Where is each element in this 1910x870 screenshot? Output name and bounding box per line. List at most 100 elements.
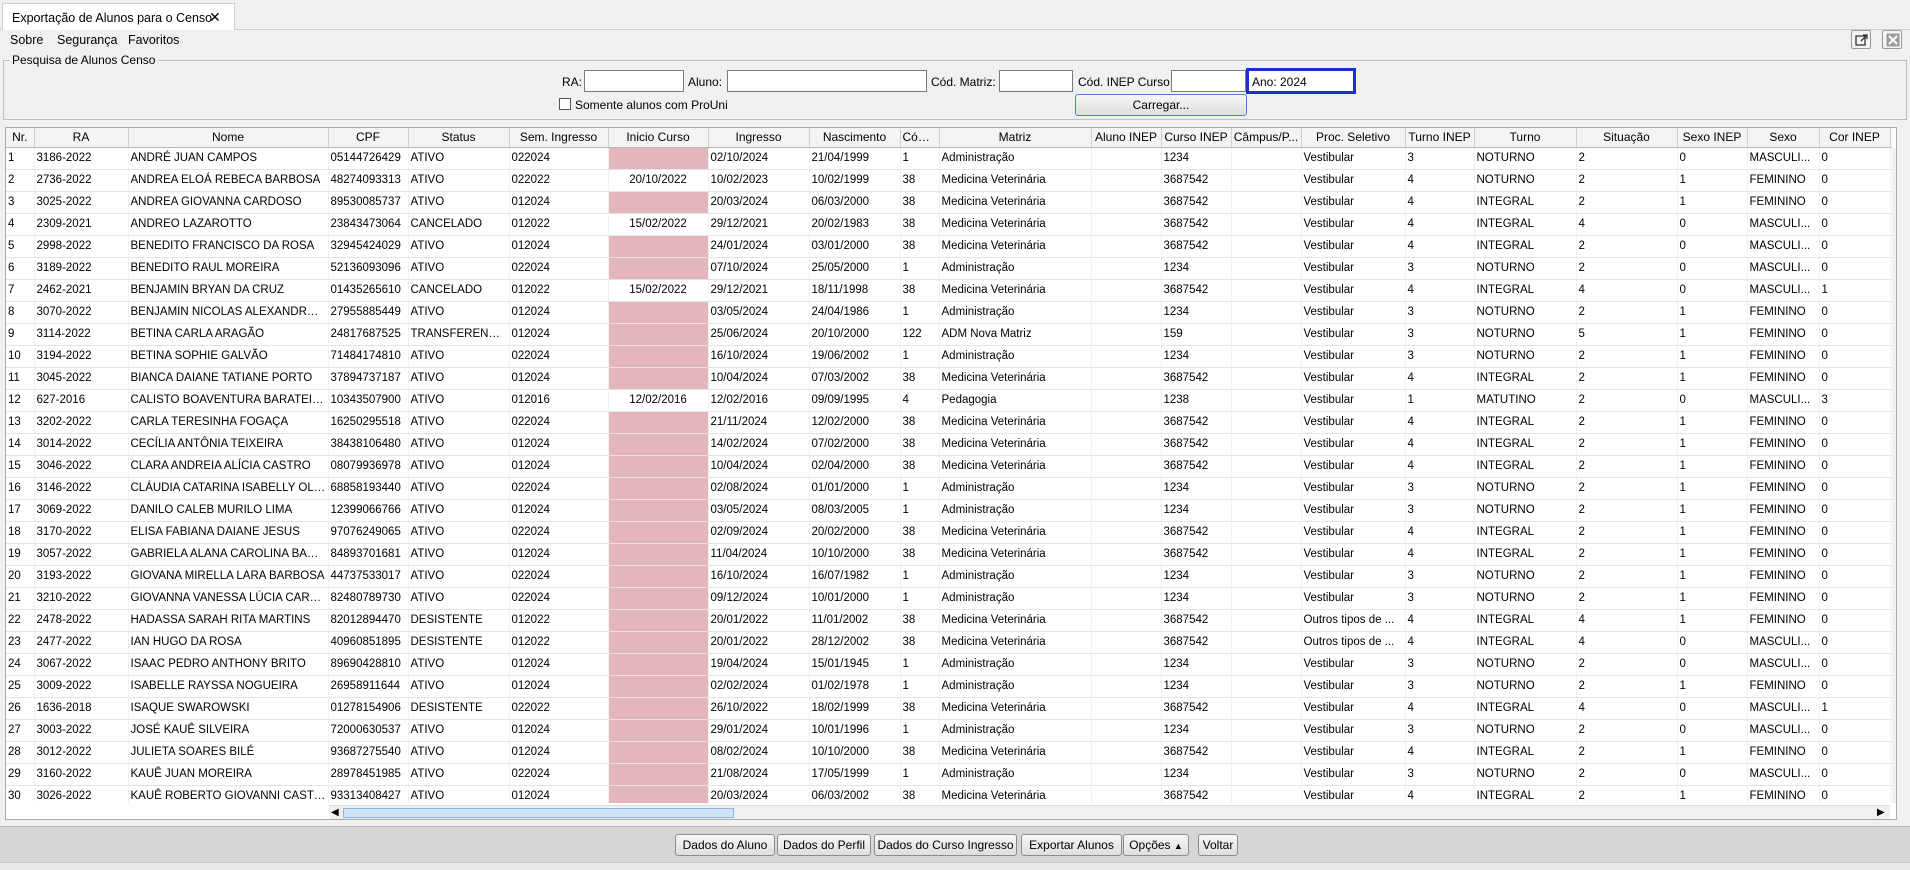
column-header[interactable]: Cód. ... [900,128,940,148]
table-cell: 3170-2022 [34,521,129,544]
table-cell [1091,609,1162,632]
column-header[interactable]: CPF [328,128,409,148]
table-row[interactable]: 18 3170-2022 ELISA FABIANA DAIANE JESUS 970… [6,521,1892,544]
scroll-right-icon[interactable]: ▶ [1877,807,1885,818]
table-row[interactable]: 19 3057-2022 GABRIELA ALANA CAROLINA BAPT.… [6,543,1892,566]
column-header[interactable]: Câmpus/P... [1231,128,1302,148]
table-cell: HADASSA SARAH RITA MARTINS [128,609,329,632]
table-row[interactable]: 2 2736-2022 ANDREA ELOÁ REBECA BARBOSA 4827… [6,169,1892,192]
table-row[interactable]: 5 2998-2022 BENEDITO FRANCISCO DA ROSA 3294… [6,235,1892,258]
column-header[interactable]: Status [408,128,510,148]
column-header[interactable]: Proc. Seletivo [1301,128,1406,148]
table-cell: 0 [1819,345,1891,368]
table-cell: 012022 [509,609,609,632]
column-header[interactable]: Ingresso [708,128,810,148]
detach-window-button[interactable] [1851,30,1871,49]
table-cell: 4 [1405,785,1475,803]
table-row[interactable]: 11 3045-2022 BIANCA DAIANE TATIANE PORTO 37… [6,367,1892,390]
table-row[interactable]: 24 3067-2022 ISAAC PEDRO ANTHONY BRITO 8969… [6,653,1892,676]
table-row[interactable]: 17 3069-2022 DANILO CALEB MURILO LIMA 12399… [6,499,1892,522]
table-row[interactable]: 22 2478-2022 HADASSA SARAH RITA MARTINS 820… [6,609,1892,632]
column-header[interactable]: Sem. Ingresso [509,128,609,148]
matriz-input[interactable] [999,70,1073,92]
column-header[interactable]: Situação [1576,128,1678,148]
column-header[interactable]: Sexo INEP [1677,128,1748,148]
menu-seguranca[interactable]: Segurança [57,33,117,47]
menu-favoritos[interactable]: Favoritos [128,33,179,47]
column-header[interactable]: Nascimento [809,128,901,148]
opcoes-button[interactable]: Opções ▲ [1123,834,1189,856]
table-row[interactable]: 28 3012-2022 JULIETA SOARES BILÉ 9368727554… [6,741,1892,764]
table-row[interactable]: 16 3146-2022 CLÁUDIA CATARINA ISABELLY OLI… [6,477,1892,500]
column-header[interactable]: Aluno INEP [1091,128,1162,148]
close-window-button[interactable] [1882,30,1902,49]
menu-sobre[interactable]: Sobre [10,33,43,47]
dados-perfil-button[interactable]: Dados do Perfil [777,834,871,856]
table-row[interactable]: 10 3194-2022 BETINA SOPHIE GALVÃO 714841748… [6,345,1892,368]
table-row[interactable]: 12 627-2016 CALISTO BOAVENTURA BARATEIRO 10… [6,389,1892,412]
table-cell: 17 [6,499,35,522]
ano-field[interactable]: Ano: 2024 [1246,68,1356,94]
column-header[interactable]: Sexo [1747,128,1820,148]
table-row[interactable]: 21 3210-2022 GIOVANNA VANESSA LÚCIA CARD..… [6,587,1892,610]
column-header[interactable]: Turno [1474,128,1577,148]
table-row[interactable]: 9 3114-2022 BETINA CARLA ARAGÃO 24817687525… [6,323,1892,346]
table-cell: Vestibular [1301,279,1406,302]
table-row[interactable]: 30 3026-2022 KAUÊ ROBERTO GIOVANNI CASTRO 9… [6,785,1892,803]
inep-curso-input[interactable] [1171,70,1246,92]
table-row[interactable]: 7 2462-2021 BENJAMIN BRYAN DA CRUZ 01435265… [6,279,1892,302]
scroll-left-icon[interactable]: ◀ [331,807,339,818]
table-row[interactable]: 25 3009-2022 ISABELLE RAYSSA NOGUEIRA 26958… [6,675,1892,698]
table-cell: 1 [900,653,940,676]
column-header[interactable] [1890,128,1892,148]
table-row[interactable]: 20 3193-2022 GIOVANA MIRELLA LARA BARBOSA 4… [6,565,1892,588]
column-header[interactable]: Turno INEP [1405,128,1475,148]
dados-aluno-button[interactable]: Dados do Aluno [675,834,775,856]
horizontal-scroll-thumb[interactable] [343,808,734,818]
students-grid[interactable]: Nr. RA Nome CPF Status Sem. Ingresso Inicio Cu… [5,127,1897,820]
table-row[interactable]: 29 3160-2022 KAUÊ JUAN MOREIRA 28978451985 A… [6,763,1892,786]
table-cell: 14/02/2024 [708,433,810,456]
table-row[interactable]: 27 3003-2022 JOSÉ KAUÊ SILVEIRA 72000630537… [6,719,1892,742]
ra-input[interactable] [584,70,684,92]
table-row[interactable]: 26 1636-2018 ISAQUE SWAROWSKI 01278154906 DE… [6,697,1892,720]
table-cell: Medicina Veterinária [939,521,1092,544]
table-cell: 25/05/2000 [809,257,901,280]
column-header[interactable]: Matriz [939,128,1092,148]
column-header[interactable]: Nr. [6,128,35,148]
table-row[interactable]: 6 3189-2022 BENEDITO RAUL MOREIRA 521360930… [6,257,1892,280]
table-row[interactable]: 14 3014-2022 CECÍLIA ANTÔNIA TEIXEIRA 38438… [6,433,1892,456]
voltar-button[interactable]: Voltar [1198,834,1238,856]
column-header[interactable]: RA [34,128,129,148]
column-header[interactable]: Curso INEP [1161,128,1232,148]
table-cell: 15/02/2022 [608,213,709,236]
table-row[interactable]: 8 3070-2022 BENJAMIN NICOLAS ALEXANDRE ...… [6,301,1892,324]
table-row[interactable]: 23 2477-2022 IAN HUGO DA ROSA 40960851895 DE… [6,631,1892,654]
table-cell: 20/10/2022 [608,169,709,192]
table-cell [1091,675,1162,698]
column-header[interactable]: Inicio Curso [608,128,709,148]
exportar-alunos-button[interactable]: Exportar Alunos [1021,834,1122,856]
table-cell: ATIVO [408,345,510,368]
column-header[interactable]: Nome [128,128,329,148]
table-row[interactable]: 13 3202-2022 CARLA TERESINHA FOGAÇA 1625029… [6,411,1892,434]
carregar-button[interactable]: Carregar... [1075,94,1247,116]
table-cell [1091,213,1162,236]
table-cell: 7 [6,279,35,302]
vertical-scrollbar[interactable] [1892,148,1896,803]
table-cell: ATIVO [408,455,510,478]
table-cell: MASCULI... [1747,763,1820,786]
table-cell: 1 [900,257,940,280]
column-header[interactable]: Cor INEP [1819,128,1891,148]
table-row[interactable]: 4 2309-2021 ANDREO LAZAROTTO 23843473064 CAN… [6,213,1892,236]
horizontal-scrollbar[interactable]: ◀ ▶ [329,805,1890,819]
table-row[interactable]: 15 3046-2022 CLARA ANDREIA ALÍCIA CASTRO 08… [6,455,1892,478]
aluno-input[interactable] [727,70,927,92]
prouni-checkbox[interactable] [559,98,571,110]
table-row[interactable]: 3 3025-2022 ANDREA GIOVANNA CARDOSO 8953008… [6,191,1892,214]
dados-curso-ingresso-button[interactable]: Dados do Curso Ingresso [874,834,1017,856]
table-row[interactable]: 1 3186-2022 ANDRÉ JUAN CAMPOS 05144726429 AT… [6,147,1892,170]
ano-value[interactable]: 2024 [1280,75,1307,89]
tab-exportacao-censo[interactable]: Exportação de Alunos para o Censo ✕ [2,3,235,30]
tab-close-icon[interactable]: ✕ [209,9,221,26]
